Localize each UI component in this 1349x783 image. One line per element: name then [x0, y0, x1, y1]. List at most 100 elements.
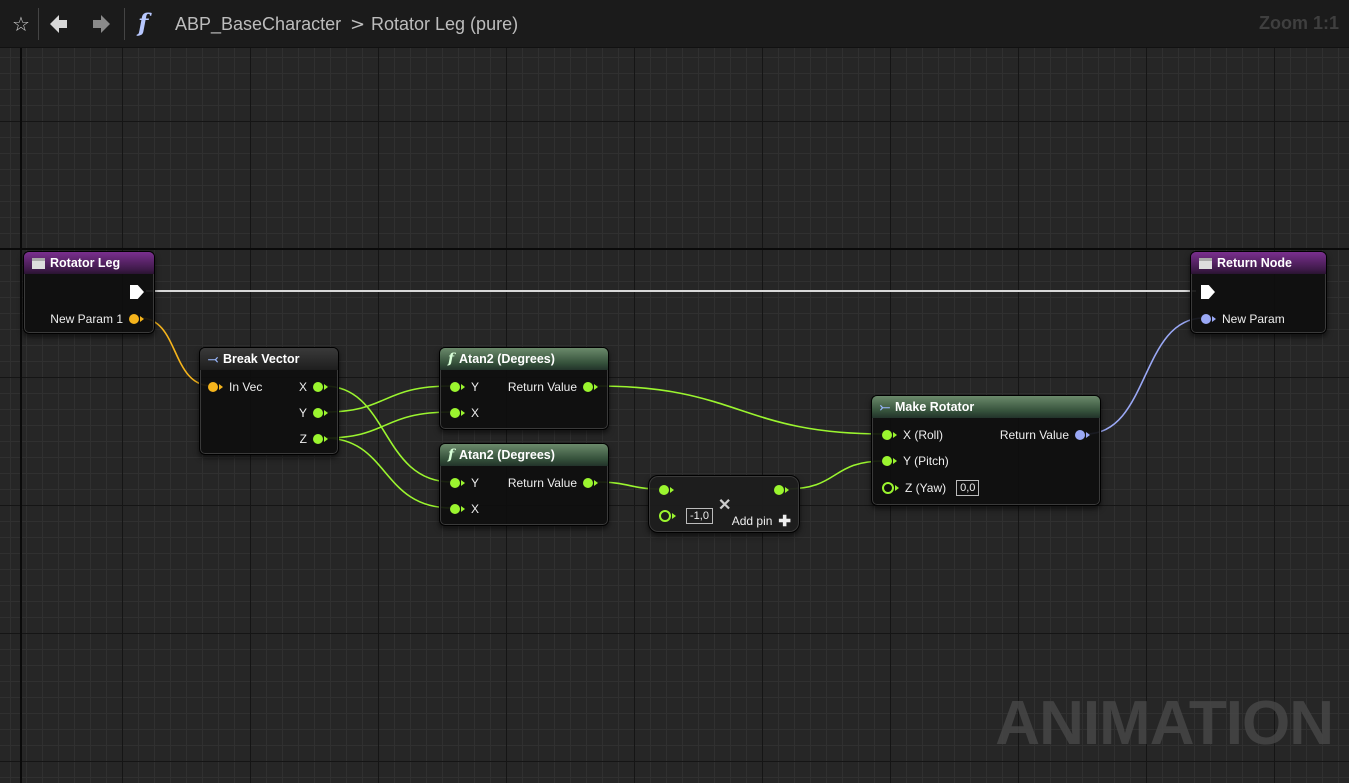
float-pin-icon [450, 408, 460, 418]
function-icon: f [448, 351, 455, 367]
node-header: ⤙ Break Vector [200, 348, 338, 370]
float-pin-icon [583, 478, 593, 488]
pin-label: New Param [1222, 312, 1285, 326]
function-result-icon [1199, 257, 1212, 269]
float-pin-icon [313, 382, 323, 392]
multiply-node[interactable]: ✕ -1,0 Add pin ✚ [648, 475, 800, 533]
float-pin-icon [659, 485, 669, 495]
y-input-pin[interactable]: Y [450, 475, 485, 491]
arrow-right-icon[interactable] [88, 10, 114, 38]
float-pin-icon [659, 510, 671, 522]
graph-type-watermark: ANIMATION [995, 689, 1334, 758]
y-output-pin[interactable]: Y [293, 405, 328, 421]
node-title: Return Node [1217, 256, 1292, 270]
yaw-value-field[interactable]: 0,0 [956, 480, 980, 496]
exec-pin-icon [1201, 285, 1215, 299]
node-title: Rotator Leg [50, 256, 121, 270]
pin-label: Z (Yaw) [905, 481, 947, 495]
pin-label: New Param 1 [50, 312, 123, 326]
return-output-pin[interactable]: Return Value [502, 475, 598, 491]
return-output-pin[interactable]: Return Value [994, 427, 1090, 443]
break-vector-node[interactable]: ⤙ Break Vector In Vec X Y Z [199, 347, 339, 455]
star-icon[interactable]: ☆ [8, 10, 34, 38]
add-pin-label: Add pin [731, 514, 773, 528]
wire-mult-to-pitch [785, 460, 885, 490]
float-pin-icon [313, 408, 323, 418]
atan2-node-top[interactable]: f Atan2 (Degrees) Y X Return Value [439, 347, 609, 430]
breadcrumb-parent[interactable]: ABP_BaseCharacter [175, 14, 341, 35]
exec-input-pin[interactable] [1201, 284, 1215, 300]
rotator-pin-icon [1075, 430, 1085, 440]
a-input-pin[interactable] [659, 482, 674, 498]
pin-label: Y (Pitch) [903, 454, 949, 468]
pin-label: Y [471, 476, 480, 490]
break-struct-icon: ⤙ [208, 351, 219, 366]
float-pin-icon [450, 478, 460, 488]
pin-label: Z [299, 432, 307, 446]
b-value-field[interactable]: -1,0 [686, 508, 713, 524]
vector-pin-icon [129, 314, 139, 324]
atan2-node-bottom[interactable]: f Atan2 (Degrees) Y X Return Value [439, 443, 609, 526]
toolbar-separator [38, 8, 39, 40]
float-pin-icon [450, 382, 460, 392]
param-input-pin[interactable]: New Param [1201, 311, 1291, 327]
z-output-pin[interactable]: Z [294, 431, 328, 447]
wire-z-to-atan1-x [323, 411, 453, 439]
exec-output-pin[interactable] [130, 284, 144, 300]
float-pin-icon [583, 382, 593, 392]
result-output-pin[interactable] [774, 482, 789, 498]
plus-icon: ✚ [778, 513, 791, 530]
pin-label: X [471, 502, 480, 516]
node-title: Break Vector [223, 352, 300, 366]
toolbar-separator [124, 8, 125, 40]
arrow-left-icon[interactable] [46, 10, 72, 38]
pin-label: X (Roll) [903, 428, 944, 442]
zoom-label: Zoom 1:1 [1258, 13, 1339, 33]
x-output-pin[interactable]: X [293, 379, 328, 395]
graph-toolbar: ☆ f ABP_BaseCharacter > Rotator Leg (pur… [0, 0, 1349, 48]
float-pin-icon [774, 485, 784, 495]
return-node[interactable]: Return Node New Param [1190, 251, 1327, 334]
function-icon: f [448, 447, 455, 463]
node-title: Make Rotator [895, 400, 975, 414]
pin-label: Return Value [507, 476, 577, 490]
node-title: Atan2 (Degrees) [459, 352, 555, 366]
float-pin-icon [882, 430, 892, 440]
x-input-pin[interactable]: X [450, 405, 485, 421]
function-entry-icon [32, 257, 45, 269]
wire-z-to-atan2b-x [323, 437, 453, 509]
wire-rotator-to-return [1085, 317, 1205, 435]
yaw-input-pin[interactable]: Z (Yaw) 0,0 [882, 480, 980, 496]
wire-atan1-to-roll [595, 385, 885, 435]
make-struct-icon: ⤚ [880, 399, 891, 414]
function-icon: f [138, 8, 149, 37]
float-pin-icon [450, 504, 460, 514]
pitch-input-pin[interactable]: Y (Pitch) [882, 453, 955, 469]
pin-label: Y [298, 406, 307, 420]
exec-pin-icon [130, 285, 144, 299]
return-output-pin[interactable]: Return Value [502, 379, 598, 395]
node-header: ⤚ Make Rotator [872, 396, 1100, 418]
vector-pin-icon [208, 382, 218, 392]
pin-label: X [471, 406, 480, 420]
wire-x-to-atan2b-y [323, 385, 453, 483]
node-header: Return Node [1191, 252, 1326, 274]
node-title: Atan2 (Degrees) [459, 448, 555, 462]
entry-node-rotator-leg[interactable]: Rotator Leg New Param 1 [23, 251, 155, 334]
pin-label: Y [471, 380, 480, 394]
invec-input-pin[interactable]: In Vec [208, 379, 268, 395]
pin-label: X [298, 380, 307, 394]
float-pin-icon [313, 434, 323, 444]
float-pin-icon [882, 456, 892, 466]
add-pin-button[interactable]: Add pin ✚ [731, 513, 791, 530]
breadcrumb-separator: > [350, 14, 366, 35]
y-input-pin[interactable]: Y [450, 379, 485, 395]
float-pin-icon [882, 482, 894, 494]
b-input-pin[interactable]: -1,0 [659, 508, 713, 524]
node-header: Rotator Leg [24, 252, 154, 274]
param-output-pin[interactable]: New Param 1 [44, 311, 144, 327]
pin-label: Return Value [507, 380, 577, 394]
x-input-pin[interactable]: X [450, 501, 485, 517]
make-rotator-node[interactable]: ⤚ Make Rotator X (Roll) Y (Pitch) Z (Yaw… [871, 395, 1101, 506]
roll-input-pin[interactable]: X (Roll) [882, 427, 949, 443]
